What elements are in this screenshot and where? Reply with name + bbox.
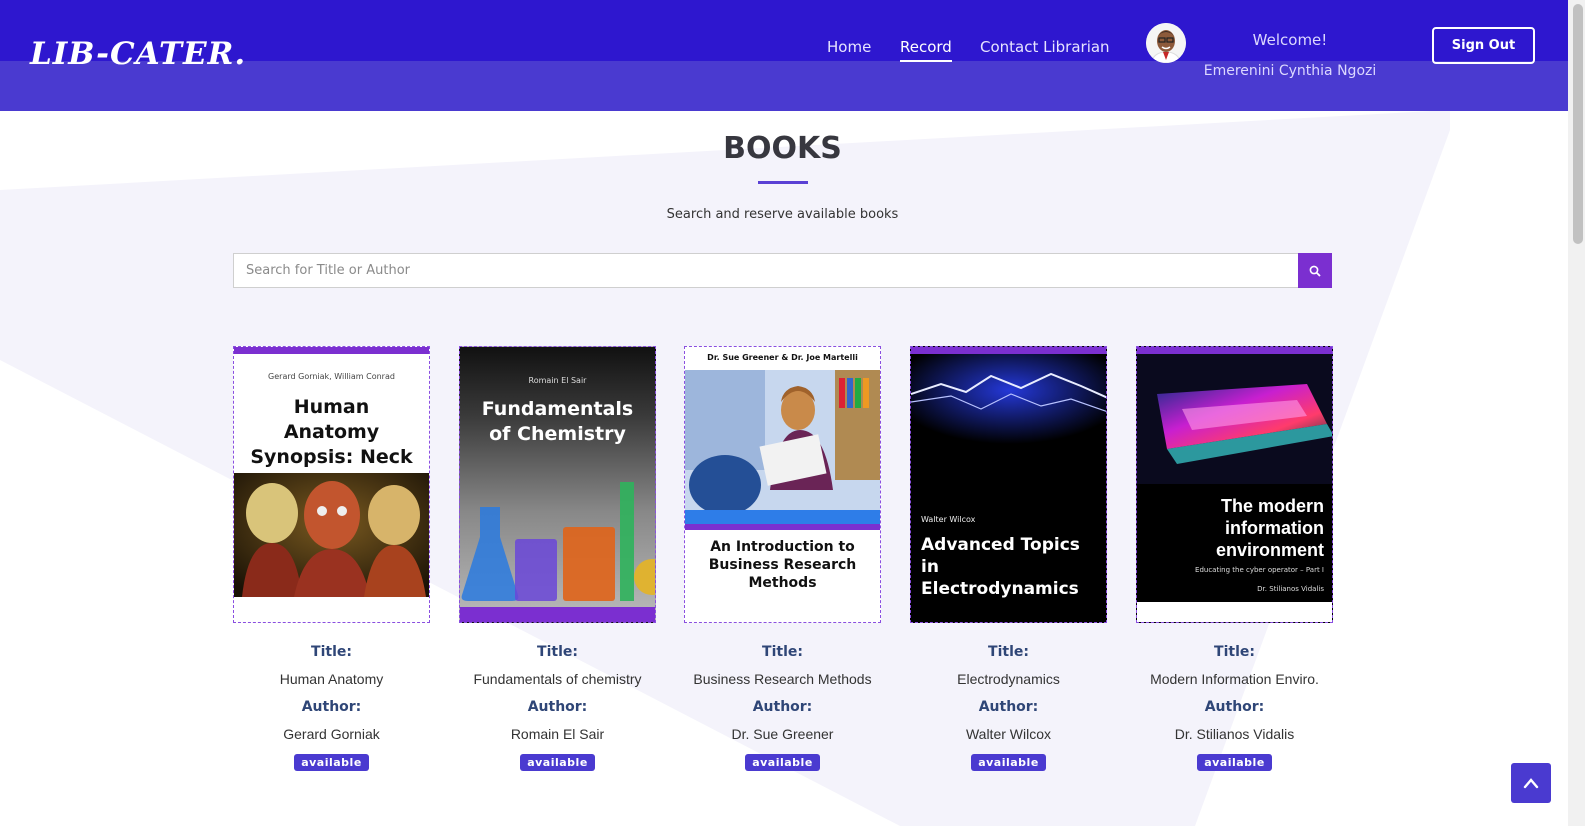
sign-out-button[interactable]: Sign Out [1432,27,1535,64]
cover-title: The modern information environment [1215,496,1324,560]
top-navbar: LIB-CATER. Home Record Contact Librarian… [0,0,1568,111]
book-card: The modern information environment Educa… [1136,346,1333,771]
user-name: Emerenini Cynthia Ngozi [1203,63,1377,79]
book-title-label: Title: [988,644,1029,660]
book-author-label: Author: [752,699,813,715]
book-card: Gerard Gorniak, William Conrad Human Ana… [233,346,430,771]
book-title-label: Title: [537,644,578,660]
book-title-label: Title: [311,644,352,660]
book-card: Dr. Sue Greener & Dr. Joe Martelli An In… [684,346,881,771]
book-cover-business-research[interactable]: Dr. Sue Greener & Dr. Joe Martelli An In… [684,346,881,623]
student-reading-illustration [685,370,880,530]
book-cover-chemistry[interactable]: Romain El Sair Fundamentals of Chemistry [459,346,656,623]
title-underline [758,181,808,184]
book-author-label: Author: [527,699,588,715]
welcome-text: Welcome! [1252,31,1328,49]
book-card: Romain El Sair Fundamentals of Chemistry… [459,346,656,771]
cover-authors: Romain El Sair [528,376,587,385]
cover-authors: Gerard Gorniak, William Conrad [268,372,395,381]
availability-badge: available [520,754,595,771]
book-author-label: Author: [301,699,362,715]
nav-contact-librarian[interactable]: Contact Librarian [980,38,1110,56]
cover-authors: Dr. Stilianos Vidalis [1257,585,1324,593]
lightning-illustration [911,354,1106,444]
cover-authors: Dr. Sue Greener & Dr. Joe Martelli [707,353,858,362]
back-to-top-button[interactable] [1511,763,1551,803]
book-cover-human-anatomy[interactable]: Gerard Gorniak, William Conrad Human Ana… [233,346,430,623]
anatomy-illustration [234,473,429,597]
page-subtitle: Search and reserve available books [666,207,899,222]
book-title: Modern Information Enviro. [1150,671,1319,687]
book-author-label: Author: [978,699,1039,715]
availability-badge: available [294,754,369,771]
cover-subtitle: Educating the cyber operator – Part I [1195,566,1324,574]
cover-title: Fundamentals of Chemistry [481,398,634,445]
availability-badge: available [971,754,1046,771]
chemistry-flasks-illustration [460,482,655,622]
search-icon [1309,265,1321,277]
books-section: BOOKS Search and reserve available books… [0,111,1568,826]
user-avatar[interactable] [1146,23,1186,63]
book-author-label: Author: [1204,699,1265,715]
book-cover-electrodynamics[interactable]: Walter Wilcox Advanced Topics in Electro… [910,346,1107,623]
book-author: Dr. Sue Greener [731,726,834,742]
site-logo[interactable]: LIB-CATER. [30,36,246,72]
nav-home[interactable]: Home [827,38,871,56]
laptop-neon-illustration [1137,354,1332,484]
search-input[interactable] [233,253,1299,288]
book-cover-modern-information[interactable]: The modern information environment Educa… [1136,346,1333,623]
book-title: Business Research Methods [693,671,872,687]
book-card: Walter Wilcox Advanced Topics in Electro… [910,346,1107,771]
cover-title: An Introduction to Business Research Met… [708,539,857,591]
availability-badge: available [745,754,820,771]
search-bar [233,253,1332,288]
chevron-up-icon [1523,778,1539,789]
book-title-label: Title: [762,644,803,660]
page-scrollbar[interactable] [1568,0,1585,826]
book-author: Romain El Sair [510,726,605,742]
book-title: Electrodynamics [957,671,1060,687]
book-author: Dr. Stilianos Vidalis [1174,726,1295,742]
nav-record[interactable]: Record [900,38,952,62]
search-button[interactable] [1298,253,1332,288]
availability-badge: available [1197,754,1272,771]
book-title: Human Anatomy [279,671,384,687]
book-title: Fundamentals of chemistry [473,671,642,687]
page-title: BOOKS [723,131,842,166]
cover-authors: Walter Wilcox [921,515,976,524]
book-author: Walter Wilcox [965,726,1052,742]
cover-title: Advanced Topics in Electrodynamics [921,535,1080,599]
book-author: Gerard Gorniak [283,726,380,742]
book-title-label: Title: [1214,644,1255,660]
scrollbar-thumb[interactable] [1573,4,1583,244]
